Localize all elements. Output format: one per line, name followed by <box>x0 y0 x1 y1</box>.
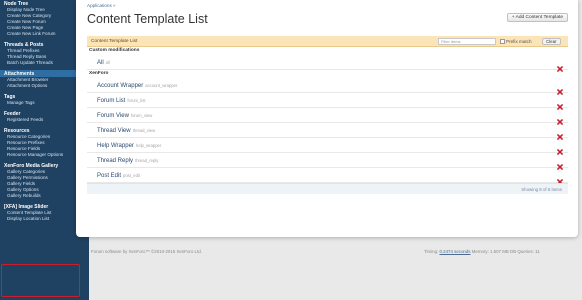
template-link[interactable]: Forum List forum_list <box>97 97 146 105</box>
template-name: Forum List <box>97 98 126 104</box>
copyright-text: Forum software by XenForo™ ©2010-2015 Xe… <box>91 249 202 254</box>
delete-icon[interactable] <box>557 157 563 170</box>
table-row: Forum View forum_view <box>87 108 568 125</box>
timing-label: Timing: <box>424 249 439 254</box>
delete-icon[interactable] <box>557 127 563 140</box>
item-count: Showing 8 of 8 items <box>521 187 562 192</box>
template-link[interactable]: Post Edit post_edit <box>97 172 140 180</box>
template-name: Forum View <box>97 113 129 119</box>
delete-icon[interactable] <box>557 112 563 125</box>
filter-input[interactable]: Filter items <box>438 38 496 45</box>
table-row: Thread View thread_view <box>87 123 568 140</box>
group-label: Custom modifications <box>89 48 140 53</box>
template-link[interactable]: Forum View forum_view <box>97 112 152 120</box>
main-panel: Applications » Content Template List + A… <box>76 0 578 237</box>
clear-button[interactable]: Clear <box>542 38 561 45</box>
timing-link[interactable]: 0.2474 seconds <box>439 249 470 254</box>
template-name: Help Wrapper <box>97 143 134 149</box>
template-link[interactable]: Account Wrapper account_wrapper <box>97 82 177 90</box>
template-link[interactable]: Thread View thread_view <box>97 127 155 135</box>
breadcrumb[interactable]: Applications » <box>87 3 116 8</box>
prefix-match-option[interactable]: Prefix match <box>500 38 532 45</box>
delete-icon[interactable] <box>557 172 563 185</box>
template-key: help_wrapper <box>135 143 162 148</box>
table-body: Custom modifications All all XenForo Account… <box>87 47 568 185</box>
content-template-table: Content Template List Filter items Prefi… <box>87 36 568 194</box>
template-name: Thread Reply <box>97 158 134 164</box>
table-footer: Showing 8 of 8 items <box>87 183 568 194</box>
delete-icon[interactable] <box>557 142 563 155</box>
delete-icon[interactable] <box>557 82 563 95</box>
template-name: Thread View <box>97 128 131 134</box>
table-header: Content Template List Filter items Prefi… <box>87 36 568 47</box>
template-name: Post Edit <box>97 173 122 179</box>
delete-icon[interactable] <box>557 59 563 72</box>
group-label: XenForo <box>89 71 109 76</box>
template-name: Account Wrapper <box>97 83 144 89</box>
debug-info: Timing: 0.2474 seconds Memory: 1.507 MB … <box>424 249 540 254</box>
table-row: Post Edit post_edit <box>87 168 568 185</box>
template-link[interactable]: Help Wrapper help_wrapper <box>97 142 161 150</box>
table-row: Forum List forum_list <box>87 93 568 110</box>
sidebar-highlight-box <box>1 264 80 297</box>
table-row: Help Wrapper help_wrapper <box>87 138 568 155</box>
template-name: All <box>97 60 104 66</box>
template-key: thread_reply <box>135 158 159 163</box>
table-row: All all <box>87 55 568 72</box>
delete-icon[interactable] <box>557 97 563 110</box>
table-row: Account Wrapper account_wrapper <box>87 78 568 95</box>
template-key: forum_list <box>127 98 146 103</box>
debug-rest: Memory: 1.507 MB DB Queries: 11 <box>471 249 540 254</box>
template-key: forum_view <box>130 113 153 118</box>
template-key: account_wrapper <box>145 83 178 88</box>
add-content-template-button[interactable]: + Add Content Template <box>506 13 568 22</box>
table-title: Content Template List <box>91 39 138 44</box>
template-link[interactable]: All all <box>97 59 110 67</box>
template-link[interactable]: Thread Reply thread_reply <box>97 157 158 165</box>
template-key: thread_view <box>132 128 156 133</box>
prefix-match-checkbox[interactable] <box>500 39 505 45</box>
template-key: all <box>105 60 110 65</box>
prefix-match-label: Prefix match <box>506 39 532 44</box>
table-row: Thread Reply thread_reply <box>87 153 568 170</box>
template-key: post_edit <box>123 173 141 178</box>
page-title: Content Template List <box>87 12 208 26</box>
